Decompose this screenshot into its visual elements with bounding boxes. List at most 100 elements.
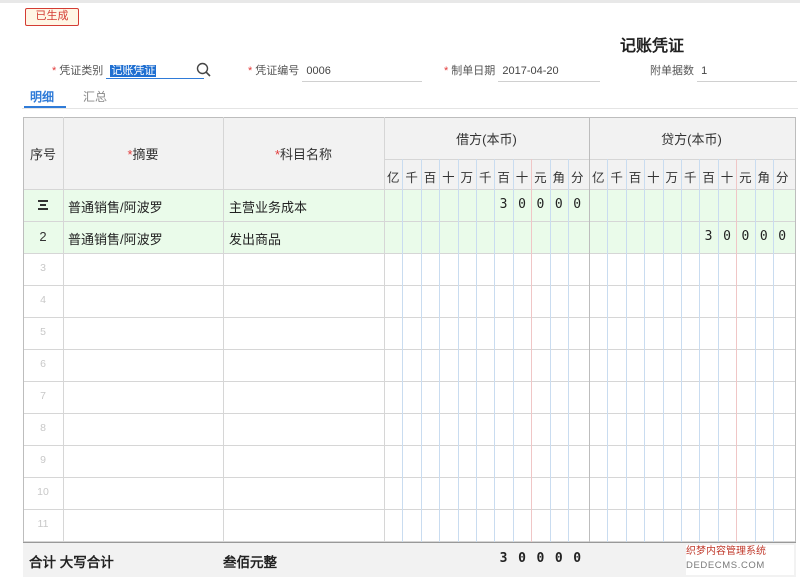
row-seq: 3 <box>40 262 46 274</box>
row-seq: 2 <box>39 229 47 244</box>
row-seq: 5 <box>40 326 46 338</box>
grid-vline <box>63 117 64 542</box>
voucher-type-label: 凭证类别 <box>59 65 104 77</box>
date-label: 制单日期 <box>451 65 496 77</box>
unit-header: 十 <box>442 171 455 185</box>
debit-digit: 0 <box>554 197 563 212</box>
unit-header: 千 <box>610 171 623 185</box>
credit-digit: 0 <box>759 229 768 244</box>
unit-header: 十 <box>720 171 734 185</box>
row-seq: 7 <box>40 390 46 402</box>
unit-header: 元 <box>534 171 547 185</box>
grid-vline <box>23 117 24 577</box>
grid-vline <box>736 159 737 577</box>
row-summary[interactable]: 普通销售/阿波罗 <box>68 197 163 216</box>
unit-header: 千 <box>683 171 697 185</box>
total-digit: 0 <box>536 551 545 566</box>
status-badge: 已生成 <box>25 8 79 26</box>
total-label: 合计 大写合计 <box>29 555 114 570</box>
grid-vline <box>550 159 551 577</box>
header-debit: 借方(本币) <box>456 132 517 147</box>
grid-vline <box>644 159 645 577</box>
unit-header: 角 <box>552 171 566 185</box>
unit-header: 元 <box>739 171 752 185</box>
grid-vline <box>402 159 403 577</box>
attachment-count-input[interactable]: 1 <box>697 65 798 82</box>
header-summary-label: 摘要 <box>132 147 159 162</box>
attachment-count-label: 附单据数 <box>650 65 694 77</box>
header-credit: 贷方(本币) <box>661 132 722 147</box>
unit-header: 十 <box>647 171 660 185</box>
unit-header: 十 <box>515 171 529 185</box>
unit-header: 百 <box>497 171 510 185</box>
grid-vline <box>458 159 459 577</box>
row-seq: 6 <box>40 358 46 370</box>
watermark-line1: 织梦内容管理系统 <box>686 546 766 557</box>
required-mark: * <box>52 65 57 77</box>
debit-digit: 0 <box>518 197 526 212</box>
credit-digit: 3 <box>704 229 713 244</box>
grid-vline <box>568 159 569 577</box>
grid-vline <box>607 159 608 577</box>
grid-vline <box>718 159 719 577</box>
watermark-line2: DEDECMS.COM <box>686 560 765 571</box>
unit-header: 千 <box>478 171 492 185</box>
row-summary[interactable]: 普通销售/阿波罗 <box>68 229 163 248</box>
tab-summary[interactable]: 汇总 <box>83 88 107 105</box>
row-seq: 4 <box>40 294 46 306</box>
header-summary: *摘要 <box>63 144 223 163</box>
total-digit: 0 <box>518 551 526 566</box>
top-border <box>0 0 800 3</box>
grid-vline <box>773 159 774 577</box>
grid-vline <box>531 159 532 577</box>
unit-header: 角 <box>757 171 771 185</box>
credit-digit: 0 <box>723 229 731 244</box>
attachment-count-field: 附单据数 1 <box>650 62 798 82</box>
date-input[interactable]: 2017-04-20 <box>498 65 601 82</box>
row-drag-icon[interactable] <box>37 199 49 211</box>
total-amount-words: 叁佰元整 <box>223 555 277 570</box>
grid-vline <box>384 117 385 577</box>
tab-detail[interactable]: 明细 <box>30 88 54 105</box>
row-account[interactable]: 发出商品 <box>229 229 281 248</box>
grid-vline <box>755 159 756 577</box>
unit-header: 亿 <box>386 171 400 185</box>
grid-hline <box>23 117 796 118</box>
search-icon[interactable] <box>196 62 212 78</box>
grid-vline <box>439 159 440 577</box>
total-row-bg <box>23 542 796 577</box>
unit-header: 百 <box>702 171 715 185</box>
debit-digit: 0 <box>573 197 582 212</box>
unit-header: 分 <box>570 171 584 185</box>
total-digit: 0 <box>573 551 582 566</box>
header-seq: 序号 <box>29 147 56 162</box>
unit-header: 分 <box>775 171 789 185</box>
voucher-type-field: * 凭证类别 记账凭证 <box>52 62 205 80</box>
row-account[interactable]: 主营业务成本 <box>229 197 307 216</box>
grid-vline <box>795 117 796 577</box>
date-field: * 制单日期 2017-04-20 <box>444 62 601 82</box>
required-mark: * <box>248 65 253 77</box>
page-title: 记账凭证 <box>620 36 685 55</box>
grid-vline <box>589 117 590 577</box>
debit-digit: 0 <box>536 197 545 212</box>
voucher-number-input[interactable]: 0006 <box>302 65 423 82</box>
grid-vline <box>421 159 422 577</box>
grid-vline <box>699 159 700 577</box>
voucher-table: 序号 *摘要 *科目名称 借方(本币) 贷方(本币) 亿千百十万千百十元角分 亿… <box>23 117 796 577</box>
header-account: *科目名称 <box>223 144 384 163</box>
voucher-number-field: * 凭证编号 0006 <box>248 62 423 82</box>
credit-digit: 0 <box>741 229 750 244</box>
voucher-type-value[interactable]: 记账凭证 <box>110 65 157 77</box>
grid-vline <box>681 159 682 577</box>
total-digit: 0 <box>554 551 563 566</box>
voucher-type-input[interactable]: 记账凭证 <box>106 62 205 79</box>
header-account-label: 科目名称 <box>280 147 333 162</box>
row-seq: 8 <box>40 422 46 434</box>
required-mark: * <box>444 65 449 77</box>
grid-vline <box>476 159 477 577</box>
grid-vline <box>513 159 514 577</box>
grid-hline <box>384 159 796 160</box>
row-seq: 9 <box>40 454 46 466</box>
unit-header: 百 <box>628 171 642 185</box>
